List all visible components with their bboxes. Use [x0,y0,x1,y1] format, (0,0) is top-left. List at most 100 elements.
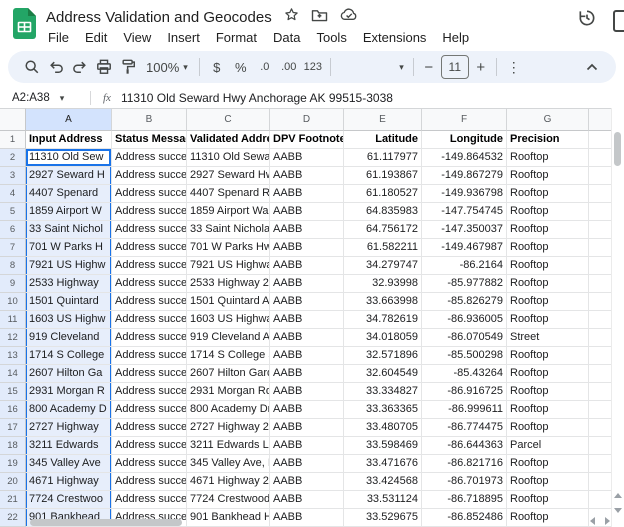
cell[interactable]: -85.826279 [422,293,507,311]
font-family-dropdown[interactable]: ▾ [336,63,408,72]
cell[interactable]: Rooftop [507,383,589,401]
row-header-9[interactable]: 9 [0,275,26,293]
cell[interactable]: 2927 Seward H [26,167,112,185]
cell[interactable]: 33.529675 [344,509,422,527]
cell[interactable]: 4671 Highway [26,473,112,491]
cell[interactable]: 1714 S College S [187,347,270,365]
cell[interactable]: Address success [112,401,187,419]
cell[interactable]: 2931 Morgan Rd [187,383,270,401]
cell[interactable]: AABB [270,491,344,509]
cell[interactable]: Address success [112,365,187,383]
cell[interactable]: 2727 Highway [26,419,112,437]
cell[interactable]: 1501 Quintard A [187,293,270,311]
cell[interactable]: 33.424568 [344,473,422,491]
cell[interactable]: AABB [270,383,344,401]
cell[interactable]: AABB [270,419,344,437]
cell[interactable]: 2931 Morgan R [26,383,112,401]
cell[interactable] [589,419,612,437]
cell[interactable]: -149.936798 [422,185,507,203]
cell[interactable]: -85.977882 [422,275,507,293]
cell[interactable]: Rooftop [507,401,589,419]
cell[interactable]: 919 Cleveland [26,329,112,347]
scroll-right-icon[interactable] [605,517,610,525]
cell[interactable]: -86.718895 [422,491,507,509]
cell[interactable]: AABB [270,365,344,383]
scroll-up-icon[interactable] [614,493,622,498]
cell[interactable]: 345 Valley Ave [26,455,112,473]
cell[interactable]: 1859 Airport W [26,203,112,221]
cell[interactable]: DPV Footnotes [270,131,344,149]
row-header-19[interactable]: 19 [0,455,26,473]
cell[interactable]: Address success [112,437,187,455]
row-header-14[interactable]: 14 [0,365,26,383]
cell[interactable]: 3211 Edwards [26,437,112,455]
increase-font-size-button[interactable]: + [471,59,491,76]
cell[interactable]: Address success [112,149,187,167]
zoom-dropdown[interactable]: 100% ▾ [140,60,194,75]
horizontal-scrollbar-thumb[interactable] [30,519,182,526]
cell[interactable]: AABB [270,293,344,311]
cell[interactable]: -149.867279 [422,167,507,185]
cell[interactable]: 1859 Airport Wa [187,203,270,221]
column-header-D[interactable]: D [270,108,344,131]
cell[interactable]: -86.070549 [422,329,507,347]
cell[interactable]: Address success [112,455,187,473]
cell[interactable]: -85.500298 [422,347,507,365]
cell[interactable]: AABB [270,401,344,419]
row-header-20[interactable]: 20 [0,473,26,491]
cell[interactable]: 33.663998 [344,293,422,311]
row-header-18[interactable]: 18 [0,437,26,455]
cell[interactable]: 1501 Quintard [26,293,112,311]
cell[interactable]: 1603 US Highwa [187,311,270,329]
cell[interactable]: AABB [270,167,344,185]
cell[interactable]: 64.835983 [344,203,422,221]
cell[interactable]: 2927 Seward Hw [187,167,270,185]
cell[interactable]: 2607 Hilton Gard [187,365,270,383]
cell[interactable]: Address success [112,347,187,365]
cell[interactable]: Address success [112,293,187,311]
document-title[interactable]: Address Validation and Geocodes [46,9,272,26]
cell[interactable]: Rooftop [507,347,589,365]
more-formats-button[interactable]: 123 [301,55,325,79]
cell[interactable]: 61.117977 [344,149,422,167]
cell[interactable]: Address success [112,311,187,329]
move-to-folder-icon[interactable] [311,8,328,27]
cell[interactable]: 61.193867 [344,167,422,185]
font-size-input[interactable]: 11 [441,55,469,79]
cell[interactable]: Latitude [344,131,422,149]
cell[interactable]: 61.180527 [344,185,422,203]
column-header-C[interactable]: C [187,108,270,131]
cell[interactable]: Address success [112,167,187,185]
cell[interactable]: 701 W Parks H [26,239,112,257]
cell[interactable]: 64.756172 [344,221,422,239]
cell[interactable] [589,275,612,293]
row-header-13[interactable]: 13 [0,347,26,365]
cell[interactable]: 33.334827 [344,383,422,401]
cell[interactable]: Address success [112,491,187,509]
cell[interactable]: Rooftop [507,221,589,239]
menu-insert[interactable]: Insert [159,29,208,46]
cell[interactable]: Status Message [112,131,187,149]
cell[interactable]: 32.571896 [344,347,422,365]
row-header-8[interactable]: 8 [0,257,26,275]
grid-corner[interactable] [0,108,26,131]
version-history-icon[interactable] [577,8,597,33]
cell[interactable]: -86.701973 [422,473,507,491]
cell[interactable]: Address success [112,419,187,437]
cell[interactable]: -147.350037 [422,221,507,239]
cell[interactable]: AABB [270,239,344,257]
row-header-12[interactable]: 12 [0,329,26,347]
cell[interactable]: Rooftop [507,239,589,257]
cell[interactable]: Rooftop [507,167,589,185]
cell[interactable]: AABB [270,311,344,329]
cell[interactable]: AABB [270,329,344,347]
cell[interactable] [589,365,612,383]
column-header-A[interactable]: A [26,108,112,131]
cell[interactable]: 4671 Highway 2 [187,473,270,491]
row-header-6[interactable]: 6 [0,221,26,239]
row-header-1[interactable]: 1 [0,131,26,149]
cell[interactable] [589,329,612,347]
formula-bar-value[interactable]: 11310 Old Seward Hwy Anchorage AK 99515-… [121,91,393,105]
cell[interactable]: -86.644363 [422,437,507,455]
cell[interactable]: Rooftop [507,419,589,437]
